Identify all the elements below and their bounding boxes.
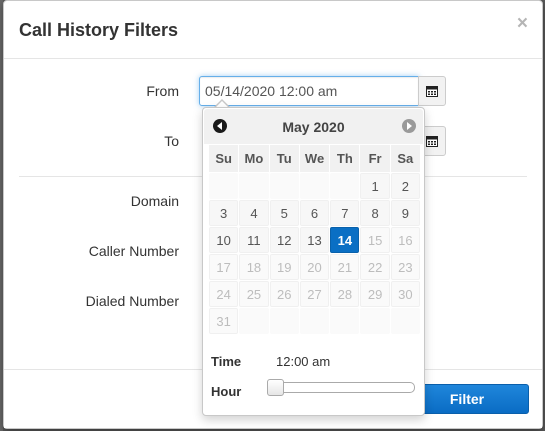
- month-title: May 2020: [282, 119, 345, 135]
- empty-day-cell: [209, 173, 239, 199]
- weekday-label: Su: [209, 145, 239, 172]
- calendar-day: 22: [360, 254, 390, 280]
- to-label: To: [164, 133, 179, 149]
- modal-title: Call History Filters: [19, 20, 179, 40]
- calendar-day[interactable]: 9: [390, 200, 420, 226]
- calendar-day: 29: [360, 281, 390, 307]
- calendar-day: 24: [209, 281, 239, 307]
- calendar-day: 18: [239, 254, 269, 280]
- calendar-day: 17: [209, 254, 239, 280]
- empty-day-cell: [269, 308, 299, 334]
- hour-row: Hour: [211, 384, 241, 399]
- calendar-day[interactable]: 11: [239, 227, 269, 253]
- hour-slider-handle[interactable]: [267, 379, 284, 396]
- calendar-day[interactable]: 8: [360, 200, 390, 226]
- picker-header: May 2020: [204, 109, 423, 144]
- next-month-button[interactable]: [402, 119, 416, 133]
- weekday-label: Tu: [269, 145, 299, 172]
- calendar-day: 15: [360, 227, 390, 253]
- empty-day-cell: [330, 173, 360, 199]
- calendar-week-row: 31: [209, 308, 420, 334]
- close-icon[interactable]: ×: [517, 14, 528, 33]
- empty-day-cell: [299, 308, 330, 334]
- calendar-day[interactable]: 4: [239, 200, 269, 226]
- calendar-day: 28: [330, 281, 360, 307]
- weekday-label: Mo: [239, 145, 269, 172]
- calendar-day[interactable]: 6: [299, 200, 330, 226]
- calendar-week-row: 10 11 12 13 14 15 16: [209, 227, 420, 253]
- call-history-filters-dialog: Call History Filters × From To Domain Ca…: [3, 0, 543, 429]
- calendar-day: 20: [299, 254, 330, 280]
- calendar-week-row: 24 25 26 27 28 29 30: [209, 281, 420, 307]
- weekday-label: Fr: [360, 145, 390, 172]
- calendar-day[interactable]: 3: [209, 200, 239, 226]
- hour-label: Hour: [211, 384, 242, 399]
- calendar-icon: [426, 136, 438, 147]
- calendar-day: 19: [269, 254, 299, 280]
- calendar-week-row: 12: [209, 173, 420, 199]
- domain-label: Domain: [130, 193, 179, 209]
- modal-header: Call History Filters ×: [4, 1, 542, 59]
- calendar-week-row: 3456789: [209, 200, 420, 226]
- from-date-input[interactable]: [199, 76, 419, 106]
- calendar-day[interactable]: 1: [360, 173, 390, 199]
- empty-day-cell: [360, 308, 390, 334]
- calendar-icon: [426, 86, 438, 97]
- calendar-day: 25: [239, 281, 269, 307]
- empty-day-cell: [330, 308, 360, 334]
- calendar-day[interactable]: 10: [209, 227, 239, 253]
- calendar-day: 27: [299, 281, 330, 307]
- calendar-day: 23: [390, 254, 420, 280]
- calendar-day[interactable]: 2: [390, 173, 420, 199]
- time-value: 12:00 am: [276, 354, 331, 369]
- calendar-day: 16: [390, 227, 420, 253]
- chevron-right-icon: [407, 122, 412, 130]
- time-row: Time 12:00 am: [211, 354, 330, 369]
- calendar-day[interactable]: 7: [330, 200, 360, 226]
- empty-day-cell: [239, 173, 269, 199]
- calendar-grid: Su Mo Tu We Th Fr Sa 1 2 3 4 5 6 7 8 9 10 11 12 13 14…: [208, 144, 421, 335]
- calendar-day[interactable]: 12: [269, 227, 299, 253]
- calendar-day[interactable]: 13: [299, 227, 330, 253]
- empty-day-cell: [299, 173, 330, 199]
- weekday-header-row: Su Mo Tu We Th Fr Sa: [209, 145, 420, 172]
- from-calendar-button[interactable]: [418, 76, 446, 106]
- hour-slider[interactable]: [267, 379, 415, 396]
- calendar-day: 30: [390, 281, 420, 307]
- calendar-week-row: 17 18 19 20 21 22 23: [209, 254, 420, 280]
- weekday-label: Sa: [390, 145, 420, 172]
- caller-number-label: Caller Number: [88, 243, 179, 259]
- datetime-picker: May 2020 Su Mo Tu We Th Fr Sa 1234567891…: [202, 107, 425, 416]
- weekday-label: Th: [330, 145, 360, 172]
- calendar-day[interactable]: 5: [269, 200, 299, 226]
- empty-day-cell: [390, 308, 420, 334]
- calendar-day[interactable]: 14: [330, 227, 360, 253]
- empty-day-cell: [239, 308, 269, 334]
- calendar-day: 21: [330, 254, 360, 280]
- time-label: Time: [211, 354, 242, 369]
- weekday-label: We: [299, 145, 330, 172]
- from-label: From: [146, 83, 179, 99]
- calendar-day: 31: [209, 308, 239, 334]
- calendar-day: 26: [269, 281, 299, 307]
- empty-day-cell: [269, 173, 299, 199]
- dialed-number-label: Dialed Number: [85, 293, 179, 309]
